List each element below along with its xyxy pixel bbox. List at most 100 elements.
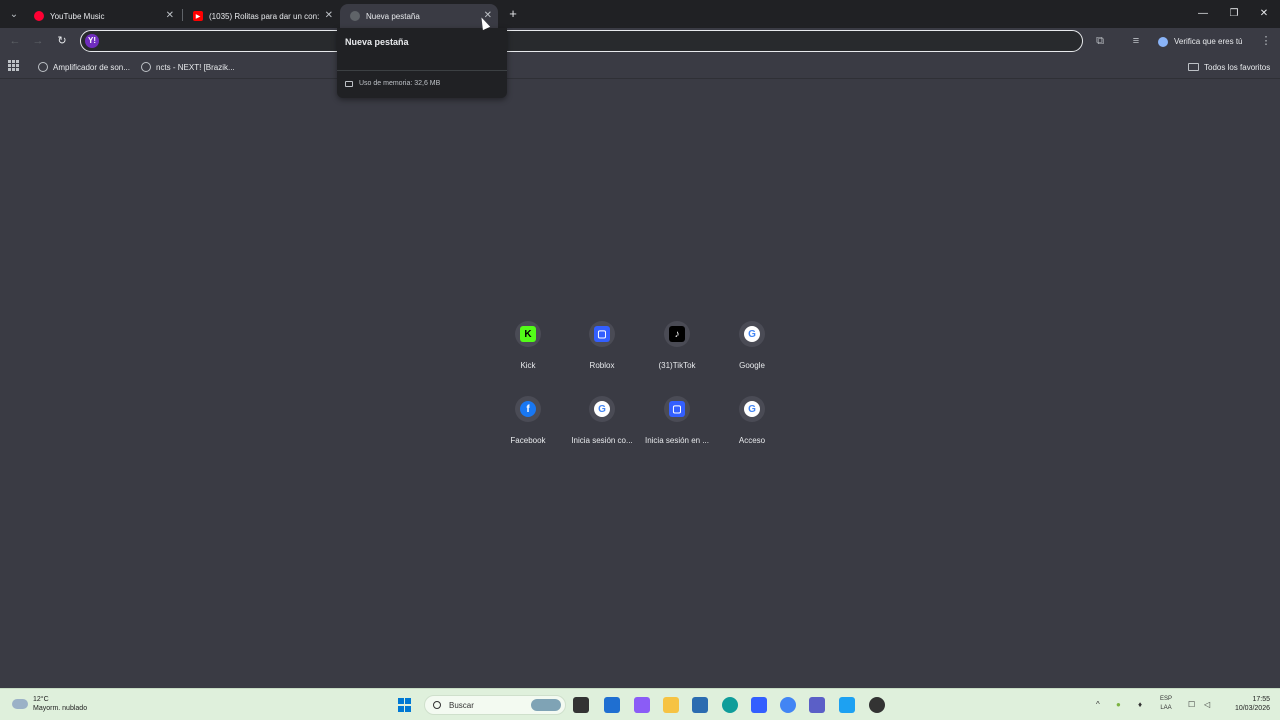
shortcut-icon-bg: ▢ [664, 396, 690, 422]
file-explorer-icon[interactable] [663, 697, 679, 713]
verify-profile-button[interactable]: Verifica que eres tú [1154, 33, 1248, 50]
shortcut-label: Google [739, 361, 765, 370]
tab-youtube-rolitas[interactable]: ▶ (1035) Rolitas para dar un con: ✕ [183, 4, 339, 28]
shortcut-facebook[interactable]: f Facebook [491, 396, 565, 466]
address-bar[interactable]: Y! [80, 30, 1083, 52]
roblox-icon: ▢ [594, 326, 610, 342]
copilot-icon[interactable] [634, 697, 650, 713]
weather-widget[interactable]: 12°C Mayorm. nublado [12, 695, 87, 713]
youtube-icon: ▶ [193, 11, 203, 21]
tab-title: (1035) Rolitas para dar un con: [209, 11, 319, 21]
microphone-icon[interactable]: ♦ [1138, 700, 1142, 709]
clock[interactable]: 17:55 10/03/2026 [1226, 695, 1270, 713]
steam-icon[interactable] [869, 697, 885, 713]
restore-button[interactable]: ❐ [1226, 6, 1242, 22]
bookmark-amplificador[interactable]: Amplificador de son... [38, 60, 130, 74]
taskbar-search[interactable]: Buscar [424, 695, 566, 715]
shortcut-tiktok[interactable]: ♪ (31)TikTok [640, 321, 714, 391]
bookmark-label: ncts - NEXT! [Brazik... [156, 62, 235, 72]
tray-app-icon[interactable]: ● [1116, 700, 1121, 709]
search-highlight-image [531, 699, 561, 711]
shortcut-roblox-signin[interactable]: ▢ Inicia sesión en ... [640, 396, 714, 466]
folder-icon [1188, 63, 1199, 71]
shortcut-icon-bg: G [739, 321, 765, 347]
bookmark-label: Amplificador de son... [53, 62, 130, 72]
hover-card-title: Nueva pestaña [345, 37, 409, 47]
lang-primary: ESP [1160, 696, 1173, 702]
shortcut-google[interactable]: G Google [715, 321, 789, 391]
close-tab-icon[interactable]: ✕ [325, 10, 333, 22]
weather-desc: Mayorm. nublado [33, 705, 88, 712]
roblox-icon: ▢ [669, 401, 685, 417]
search-icon [433, 701, 441, 709]
shortcut-kick[interactable]: K Kick [491, 321, 565, 391]
google-icon: G [744, 401, 760, 417]
menu-kebab-icon[interactable]: ⋮ [1259, 34, 1273, 48]
google-icon: G [744, 326, 760, 342]
all-favorites-label: Todos los favoritos [1204, 62, 1271, 72]
roblox-taskbar-icon[interactable] [751, 697, 767, 713]
teams-icon[interactable] [809, 697, 825, 713]
tab-title: Nueva pestaña [366, 11, 420, 21]
verify-label: Verifica que eres tú [1174, 37, 1243, 46]
task-view-icon[interactable] [573, 697, 589, 713]
new-tab-button[interactable]: + [506, 6, 520, 22]
bookmarks-bar: Amplificador de son... ncts - NEXT! [Bra… [0, 55, 1280, 79]
shortcut-label: Roblox [589, 361, 615, 370]
windows-start-icon[interactable] [398, 698, 412, 712]
language-indicator[interactable]: ESP LAA [1160, 695, 1172, 713]
apps-grid-icon[interactable] [8, 60, 19, 71]
shortcut-icon-bg: G [739, 396, 765, 422]
memory-usage: Uso de memoria: 32,6 MB [345, 80, 440, 87]
reload-button[interactable]: ↻ [55, 34, 69, 48]
shortcut-icon-bg: ♪ [664, 321, 690, 347]
shortcut-label: Kick [520, 361, 536, 370]
globe-icon [38, 62, 48, 72]
shortcut-acceso[interactable]: G Acceso [715, 396, 789, 466]
youtube-music-icon [34, 11, 44, 21]
taskbar: 12°C Mayorm. nublado Buscar ^ ● ♦ ESP LA… [0, 688, 1280, 720]
reading-list-icon[interactable]: ≡ [1129, 34, 1143, 48]
outlook-icon[interactable] [692, 697, 708, 713]
divider [337, 70, 507, 71]
shortcut-label: (31)TikTok [658, 361, 696, 370]
tab-search-chevron-icon[interactable]: ⌄ [6, 6, 22, 22]
facebook-icon: f [520, 401, 536, 417]
extensions-icon[interactable]: ⧉ [1093, 34, 1107, 48]
bookmark-ncts[interactable]: ncts - NEXT! [Brazik... [141, 60, 235, 74]
tab-title: YouTube Music [50, 11, 105, 21]
profile-avatar-icon [1158, 36, 1168, 47]
close-tab-icon[interactable]: ✕ [166, 10, 174, 22]
clock-date: 10/03/2026 [1234, 705, 1270, 712]
chrome-icon[interactable] [780, 697, 796, 713]
search-label: Buscar [449, 700, 474, 710]
close-window-button[interactable]: ✕ [1256, 6, 1272, 22]
app-icon[interactable] [839, 697, 855, 713]
edge-icon[interactable] [722, 697, 738, 713]
shortcut-roblox[interactable]: ▢ Roblox [565, 321, 639, 391]
shortcut-icon-bg: ▢ [589, 321, 615, 347]
globe-icon [350, 11, 360, 21]
all-favorites-button[interactable]: Todos los favoritos [1188, 60, 1270, 74]
tab-hover-card: Nueva pestaña Uso de memoria: 32,6 MB [337, 28, 507, 98]
shortcut-icon-bg: K [515, 321, 541, 347]
memory-label: Uso de memoria: 32,6 MB [359, 80, 441, 87]
tab-nueva-pestana[interactable]: Nueva pestaña ✕ [340, 4, 498, 28]
tab-youtube-music[interactable]: YouTube Music ✕ [24, 4, 180, 28]
volume-icon[interactable]: ◁ [1204, 700, 1210, 709]
cloud-icon [12, 699, 28, 709]
globe-icon [141, 62, 151, 72]
google-icon: G [594, 401, 610, 417]
network-icon[interactable]: ☐ [1188, 700, 1195, 709]
back-button[interactable]: ← [8, 34, 22, 48]
lang-secondary: LAA [1160, 705, 1172, 711]
tray-chevron-icon[interactable]: ^ [1096, 700, 1100, 709]
forward-button[interactable]: → [31, 34, 45, 48]
shortcut-label: Facebook [510, 436, 546, 445]
clock-time: 17:55 [1252, 696, 1270, 703]
shortcut-label: Inicia sesión co... [571, 436, 633, 445]
minimize-button[interactable]: — [1195, 6, 1211, 22]
store-icon[interactable] [604, 697, 620, 713]
shortcut-google-signin[interactable]: G Inicia sesión co... [565, 396, 639, 466]
memory-icon [345, 80, 353, 87]
